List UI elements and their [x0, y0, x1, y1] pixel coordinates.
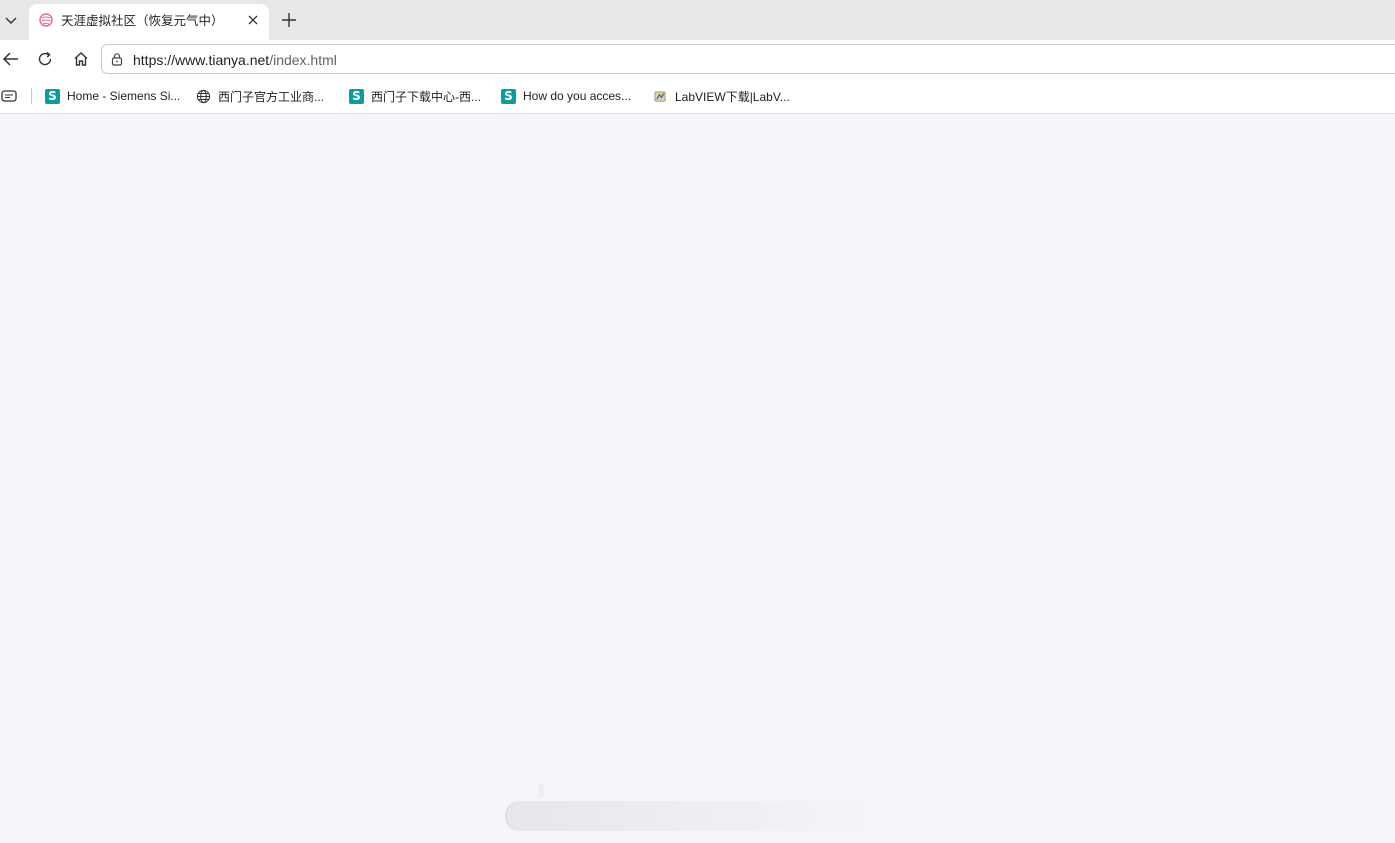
url-origin: https://www.tianya.net — [133, 52, 270, 68]
apps-icon[interactable] — [1, 89, 17, 103]
back-arrow-icon — [2, 52, 18, 66]
tab-strip: 天涯虚拟社区（恢复元气中） — [0, 0, 1395, 40]
bookmark-item-siemens-home[interactable]: S Home - Siemens Si... — [45, 86, 180, 106]
home-icon — [74, 52, 88, 66]
loading-placeholder-bar — [505, 801, 895, 831]
tab-list-button[interactable] — [0, 8, 22, 32]
reload-icon — [38, 51, 52, 66]
bookmark-item-siemens-download[interactable]: S 西门子下载中心-西... — [349, 86, 481, 106]
globe-icon — [196, 89, 211, 104]
reload-button[interactable] — [34, 48, 56, 70]
back-button[interactable] — [0, 48, 22, 70]
bookmark-item-labview[interactable]: LabVIEW下载|LabV... — [653, 86, 790, 106]
chevron-down-icon — [5, 17, 17, 24]
plus-icon — [282, 13, 296, 27]
url-text[interactable]: https://www.tianya.net/index.html — [133, 51, 337, 69]
bookmark-label: How do you acces... — [523, 89, 632, 103]
siemens-s-icon: S — [501, 88, 516, 104]
bookmark-label: 西门子官方工业商... — [218, 89, 325, 104]
bookmark-separator — [31, 88, 32, 104]
tab-active[interactable]: 天涯虚拟社区（恢复元气中） — [29, 4, 269, 40]
page-content — [0, 114, 1395, 843]
bookmark-label: LabVIEW下载|LabV... — [675, 89, 790, 104]
siemens-s-icon: S — [45, 88, 60, 104]
siemens-s-icon: S — [349, 88, 364, 104]
url-path: /index.html — [269, 52, 337, 68]
bookmark-label: 西门子下载中心-西... — [371, 89, 481, 104]
labview-icon — [653, 89, 668, 104]
navigation-toolbar: https://www.tianya.net/index.html — [0, 40, 1395, 78]
close-icon — [248, 15, 258, 25]
tab-close-button[interactable] — [243, 10, 263, 30]
bookmarks-bar: S Home - Siemens Si... 西门子官方工业商... S 西门子… — [0, 78, 1395, 114]
address-bar[interactable]: https://www.tianya.net/index.html — [101, 44, 1395, 74]
bookmark-item-siemens-store[interactable]: 西门子官方工业商... — [196, 86, 324, 106]
bookmark-item-how-do-you-access[interactable]: S How do you acces... — [501, 86, 631, 106]
loading-placeholder-cap — [505, 801, 525, 831]
tab-title: 天涯虚拟社区（恢复元气中） — [61, 14, 224, 28]
home-button[interactable] — [70, 48, 92, 70]
bookmark-label: Home - Siemens Si... — [67, 89, 181, 103]
loading-spark — [538, 784, 544, 798]
tianya-favicon-icon — [39, 13, 53, 27]
lock-icon[interactable] — [110, 52, 124, 66]
new-tab-button[interactable] — [278, 8, 300, 32]
